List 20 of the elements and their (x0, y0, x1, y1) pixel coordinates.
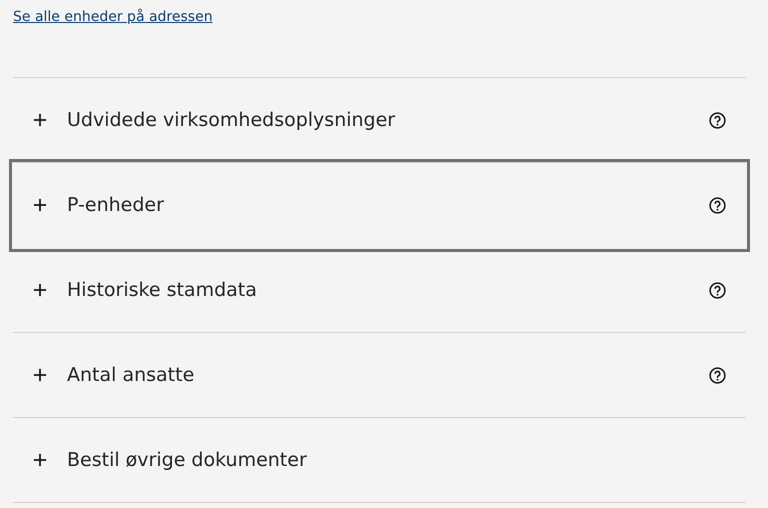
plus-icon (33, 453, 47, 467)
help-icon[interactable] (709, 366, 726, 384)
section-title: P-enheder (67, 194, 165, 216)
section-title: Udvidede virksomhedsoplysninger (67, 109, 396, 131)
help-icon[interactable] (709, 112, 726, 128)
section-title: Historiske stamdata (67, 279, 258, 301)
plus-icon (33, 368, 47, 382)
help-icon[interactable] (709, 282, 726, 298)
accordion-header[interactable]: Historiske stamdata (13, 248, 746, 333)
accordion-header[interactable]: Bestil øvrige dokumenter (13, 418, 746, 503)
plus-icon (33, 283, 47, 297)
plus-icon (33, 198, 47, 212)
help-icon[interactable] (709, 196, 726, 214)
accordion-header[interactable]: P-enheder (13, 163, 746, 248)
accordion-header[interactable]: Antal ansatte (13, 333, 746, 418)
section-title: Bestil øvrige dokumenter (67, 449, 308, 471)
accordion-header[interactable]: Udvidede virksomhedsoplysninger (13, 78, 746, 163)
section-title: Antal ansatte (67, 364, 196, 386)
address-units-link[interactable]: Se alle enheder på adressen (13, 9, 213, 25)
plus-icon (33, 113, 47, 127)
